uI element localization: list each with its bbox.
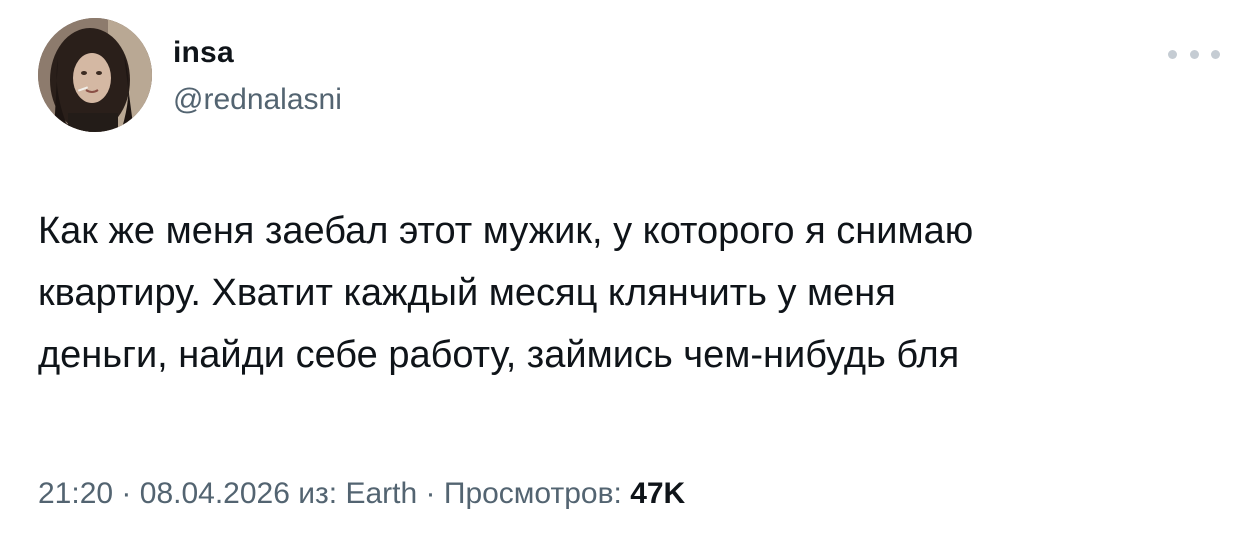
views-label: Просмотров: — [443, 477, 622, 510]
more-dot — [1211, 49, 1220, 59]
meta-separator: · — [425, 477, 436, 510]
author-handle[interactable]: @rednalasni — [173, 80, 342, 120]
tweet-time[interactable]: 21:20 — [38, 477, 113, 510]
tweet-source[interactable]: Earth — [345, 477, 417, 510]
author-display-name[interactable]: insa — [173, 33, 234, 73]
tweet-card: insa @rednalasni Как же меня заебал этот… — [0, 0, 1260, 535]
avatar[interactable] — [38, 18, 152, 132]
tweet-meta: 21:20 · 08.04.2026 из: Earth · Просмотро… — [38, 474, 685, 514]
tweet-text-line: квартиру. Хватит каждый месяц клянчить у… — [38, 272, 896, 314]
tweet-text: Как же меня заебал этот мужик, у которог… — [38, 200, 1228, 386]
more-dot — [1189, 49, 1199, 59]
more-dot — [1168, 49, 1177, 59]
more-dots-icon[interactable] — [1168, 42, 1220, 66]
avatar-photo-icon — [38, 18, 152, 132]
source-prefix: из: — [298, 477, 338, 510]
tweet-text-line: деньги, найди себе работу, займись чем-н… — [38, 334, 960, 376]
tweet-text-line: Как же меня заебал этот мужик, у которог… — [38, 210, 974, 252]
tweet-date[interactable]: 08.04.2026 — [140, 477, 290, 510]
views-count: 47K — [630, 477, 686, 510]
meta-separator: · — [121, 477, 132, 510]
